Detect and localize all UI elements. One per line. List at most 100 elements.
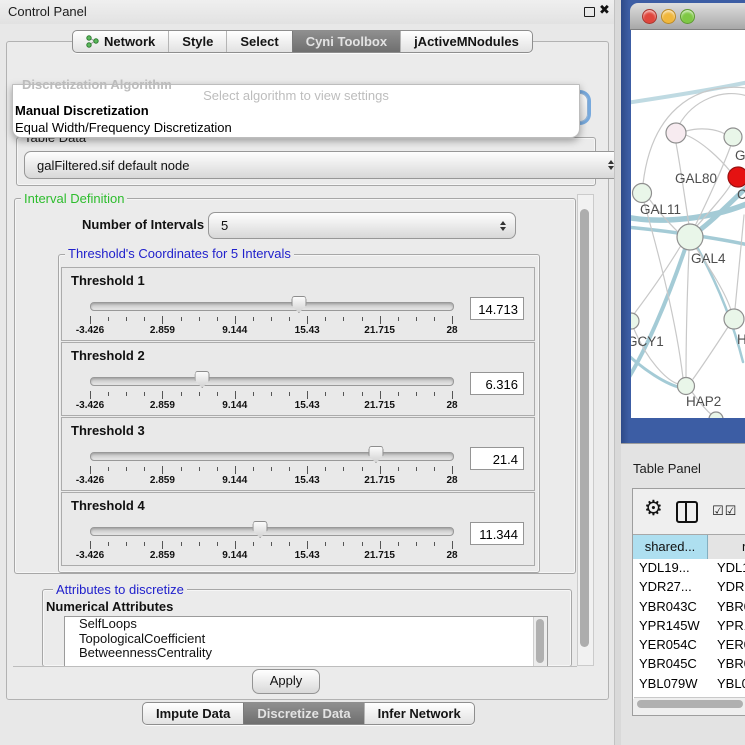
- table-row[interactable]: YPR145WYPR1: [633, 617, 745, 636]
- tick-mark: [108, 467, 109, 471]
- scroll-area-edge: [13, 666, 577, 667]
- tab-jactivemnodules[interactable]: jActiveMNodules: [400, 31, 532, 52]
- scrollbar-thumb[interactable]: [637, 700, 743, 708]
- threshold-value-field[interactable]: 6.316: [470, 372, 524, 395]
- threshold-slider[interactable]: -3.4262.8599.14415.4321.71528: [90, 520, 452, 562]
- slider-track[interactable]: [90, 377, 454, 386]
- axis-tick-label: -3.426: [76, 400, 104, 411]
- tick-mark: [380, 316, 381, 324]
- table-hscrollbar[interactable]: [634, 697, 745, 710]
- column-view-icon[interactable]: [676, 501, 698, 523]
- threshold-slider[interactable]: -3.4262.8599.14415.4321.71528: [90, 445, 452, 487]
- bottom-tab-infer-network[interactable]: Infer Network: [364, 703, 474, 724]
- network-node[interactable]: [677, 224, 703, 250]
- network-node[interactable]: [633, 184, 652, 203]
- network-node[interactable]: [724, 128, 742, 146]
- slider-track[interactable]: [90, 527, 454, 536]
- table-row[interactable]: YBR043CYBR0: [633, 598, 745, 617]
- close-traffic-light-icon[interactable]: [642, 9, 657, 24]
- threshold-label: Threshold 4: [71, 498, 145, 513]
- apply-button[interactable]: Apply: [252, 669, 320, 694]
- column-header-shared-name[interactable]: shared...: [633, 535, 708, 559]
- table-row[interactable]: YDL19...YDL1: [633, 559, 745, 578]
- network-node[interactable]: [709, 412, 723, 418]
- thresholds-group-label: Threshold's Coordinates for 5 Intervals: [65, 247, 294, 260]
- network-node[interactable]: [666, 123, 686, 143]
- tick-mark: [199, 542, 200, 546]
- column-header-name[interactable]: n: [709, 535, 745, 559]
- bottom-tab-impute-data[interactable]: Impute Data: [143, 703, 243, 724]
- tick-mark: [181, 317, 182, 321]
- node-label: GAL4: [691, 251, 726, 266]
- tick-mark: [126, 467, 127, 471]
- table-row[interactable]: YBR045CYBR0: [633, 655, 745, 674]
- attribute-list-item[interactable]: SelfLoops: [65, 617, 547, 632]
- zoom-traffic-light-icon[interactable]: [680, 9, 695, 24]
- scrollbar-thumb[interactable]: [536, 619, 544, 663]
- tick-mark: [199, 467, 200, 471]
- minimize-traffic-light-icon[interactable]: [661, 9, 676, 24]
- tick-mark: [380, 391, 381, 399]
- network-canvas[interactable]: GAL80GACGAL11GAL4GCY1HHAP2: [631, 30, 745, 418]
- network-node[interactable]: [631, 313, 639, 329]
- network-graph: GAL80GACGAL11GAL4GCY1HHAP2: [631, 30, 745, 418]
- panel-scrollbar[interactable]: [577, 194, 594, 666]
- threshold-value-field[interactable]: 11.344: [470, 522, 524, 545]
- numerical-attributes-list[interactable]: SelfLoopsTopologicalCoefficientBetweenne…: [64, 616, 548, 667]
- tick-mark: [108, 542, 109, 546]
- tick-mark: [162, 391, 163, 399]
- slider-track[interactable]: [90, 302, 454, 311]
- tab-cyni-toolbox[interactable]: Cyni Toolbox: [292, 31, 400, 52]
- tick-mark: [307, 316, 308, 324]
- tab-network[interactable]: Network: [73, 31, 168, 52]
- dropdown-option[interactable]: Equal Width/Frequency Discretization: [13, 119, 579, 136]
- tick-mark: [108, 392, 109, 396]
- gear-icon[interactable]: ⚙: [644, 498, 663, 519]
- tick-mark: [108, 317, 109, 321]
- cell-shared-name: YBL079W: [639, 676, 698, 691]
- table-data-combo[interactable]: galFiltered.sif default node: [24, 151, 624, 179]
- checkbox-checked-icons[interactable]: ☑☑: [712, 503, 737, 519]
- dropdown-option[interactable]: Manual Discretization: [13, 102, 579, 119]
- tick-mark: [90, 466, 91, 474]
- axis-tick-label: 28: [446, 400, 457, 411]
- axis-tick-label: 9.144: [222, 550, 247, 561]
- scrollbar-thumb[interactable]: [580, 209, 589, 647]
- tick-mark: [271, 467, 272, 471]
- number-of-intervals-combo[interactable]: 5: [208, 212, 516, 239]
- threshold-slider[interactable]: -3.4262.8599.14415.4321.71528: [90, 295, 452, 337]
- network-window-titlebar[interactable]: [630, 3, 745, 30]
- threshold-value-field[interactable]: 21.4: [470, 447, 524, 470]
- tab-style[interactable]: Style: [168, 31, 226, 52]
- network-node[interactable]: [724, 309, 744, 329]
- bottom-tab-discretize-data[interactable]: Discretize Data: [243, 703, 363, 724]
- attribute-list-item[interactable]: BetweennessCentrality: [65, 646, 547, 661]
- slider-track[interactable]: [90, 452, 454, 461]
- list-scrollbar[interactable]: [533, 617, 547, 666]
- table-row[interactable]: YER054CYER0: [633, 636, 745, 655]
- cell-shared-name: YPR145W: [639, 618, 700, 633]
- threshold-panel: Threshold 2 -3.4262.8599.14415.4321.7152…: [61, 342, 535, 416]
- tab-label: jActiveMNodules: [414, 34, 519, 49]
- axis-tick-label: 15.43: [295, 550, 320, 561]
- float-window-icon[interactable]: [584, 7, 595, 17]
- threshold-slider[interactable]: -3.4262.8599.14415.4321.71528: [90, 370, 452, 412]
- tick-mark: [162, 541, 163, 549]
- cell-name: YER0: [717, 637, 745, 652]
- tab-select[interactable]: Select: [226, 31, 291, 52]
- table-row[interactable]: YDR27...YDR2: [633, 578, 745, 597]
- network-node[interactable]: [678, 378, 695, 395]
- close-icon[interactable]: ✖: [599, 2, 610, 18]
- network-node[interactable]: [728, 167, 745, 187]
- tick-mark: [452, 466, 453, 474]
- tick-mark: [343, 467, 344, 471]
- network-edge: [735, 215, 744, 309]
- network-edge: [693, 327, 728, 379]
- threshold-panel: Threshold 4 -3.4262.8599.14415.4321.7152…: [61, 492, 535, 566]
- tick-mark: [380, 541, 381, 549]
- axis-tick-label: 21.715: [364, 325, 395, 336]
- table-row[interactable]: YBL079WYBL0: [633, 675, 745, 694]
- network-edge: [686, 129, 725, 134]
- threshold-value-field[interactable]: 14.713: [470, 297, 524, 320]
- attribute-list-item[interactable]: TopologicalCoefficient: [65, 632, 547, 647]
